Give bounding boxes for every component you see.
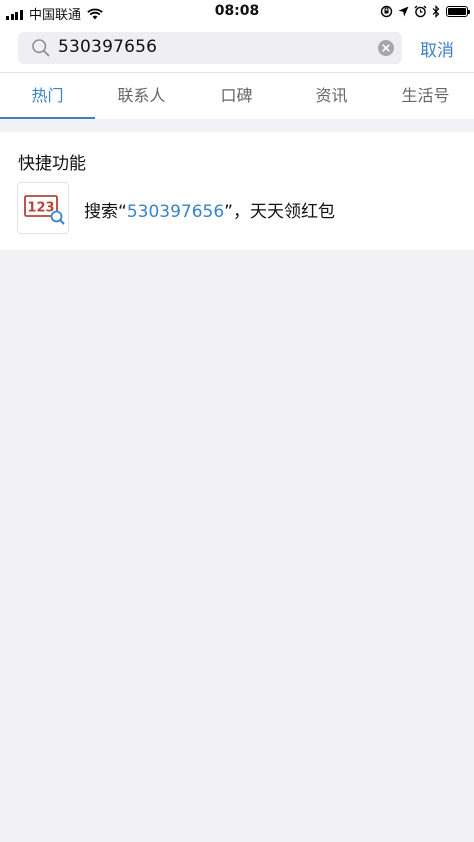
- alarm-icon: [414, 5, 427, 18]
- cancel-button[interactable]: 取消: [420, 36, 454, 61]
- section-title: 快捷功能: [18, 154, 86, 174]
- search-input[interactable]: 530397656: [18, 32, 402, 64]
- location-icon: [398, 6, 409, 17]
- tab-contacts[interactable]: 联系人: [94, 73, 189, 119]
- status-bar: 中国联通 08:08: [0, 0, 474, 24]
- tab-hot[interactable]: 热门: [0, 73, 95, 119]
- search-number-item[interactable]: 123 搜索“530397656”，天天领红包: [0, 182, 474, 236]
- battery-icon: [446, 6, 470, 17]
- number-search-icon: 123: [17, 182, 69, 234]
- tab-koubei[interactable]: 口碑: [189, 73, 284, 119]
- search-query: 530397656: [58, 37, 158, 57]
- search-header: 530397656 取消: [0, 24, 474, 72]
- rotation-lock-icon: [380, 5, 393, 18]
- search-icon: [32, 39, 50, 57]
- icon-digits: 123: [27, 201, 54, 216]
- active-tab-indicator: [0, 117, 95, 119]
- category-tabs: 热门 联系人 口碑 资讯 生活号: [0, 72, 474, 119]
- tab-life-account[interactable]: 生活号: [378, 73, 473, 119]
- tab-news[interactable]: 资讯: [284, 73, 379, 119]
- text-prefix: 搜索“: [84, 202, 127, 222]
- status-right: [375, 5, 470, 18]
- search-number-text: 搜索“530397656”，天天领红包: [84, 197, 335, 222]
- text-suffix: ”，天天领红包: [224, 202, 335, 222]
- clear-icon[interactable]: [378, 40, 394, 56]
- quick-functions-section: 快捷功能 123 搜索“530397656”，天天领红包: [0, 132, 474, 250]
- bluetooth-icon: [432, 5, 440, 18]
- highlighted-number: 530397656: [126, 202, 225, 222]
